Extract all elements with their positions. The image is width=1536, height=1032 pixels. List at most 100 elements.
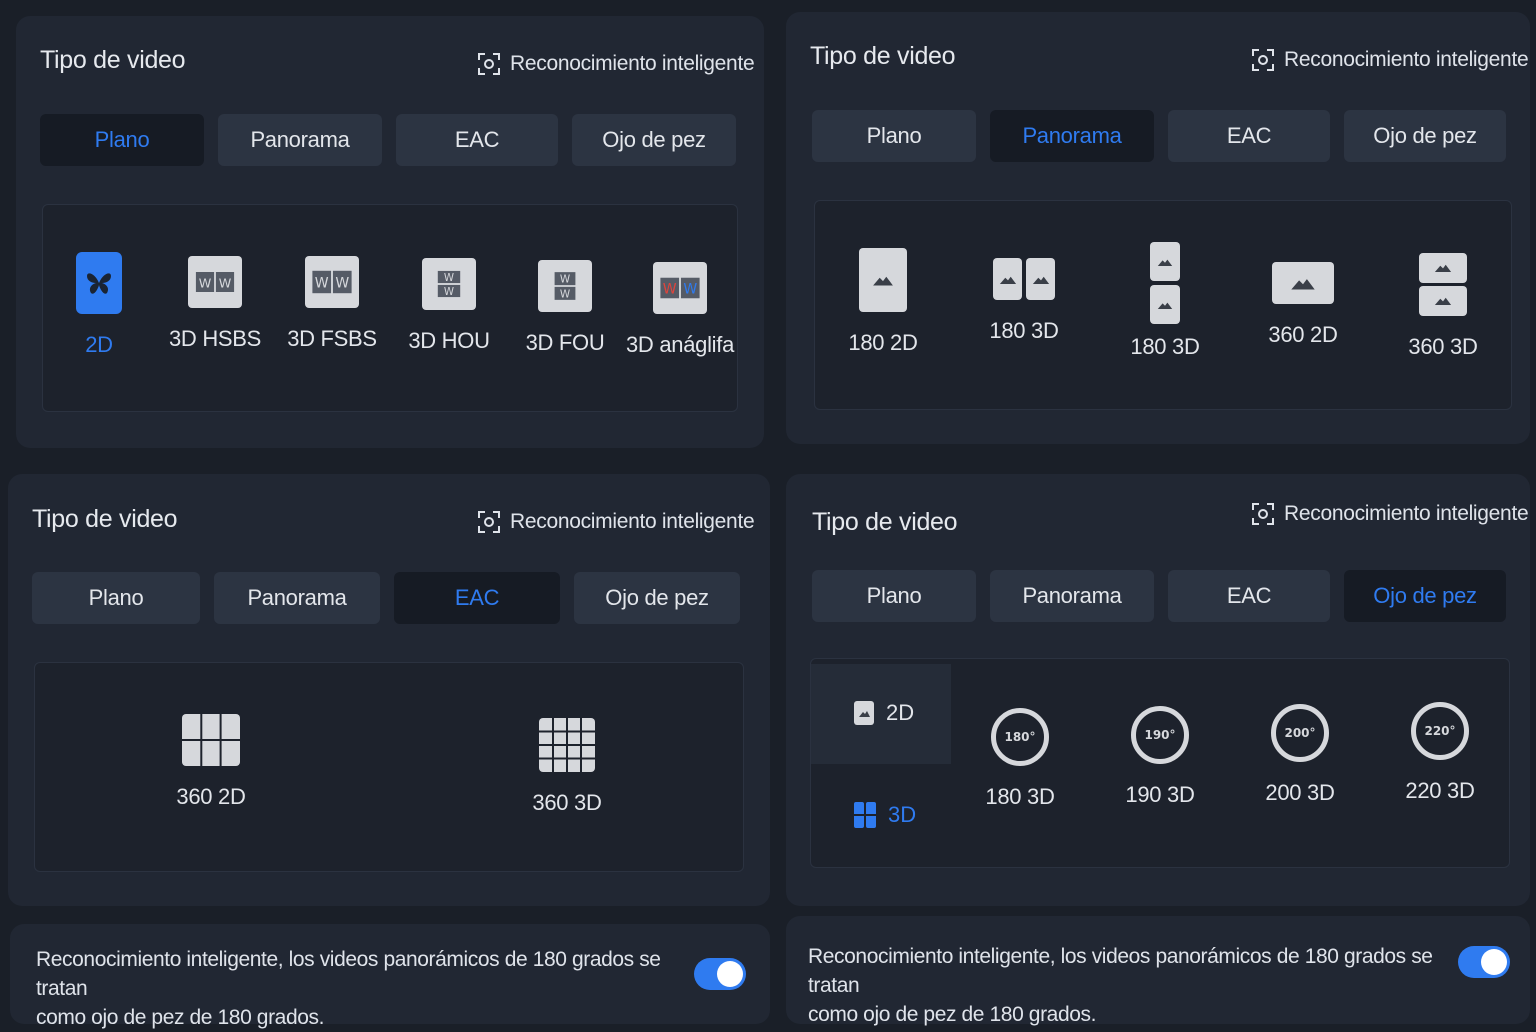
description-line-1: Reconocimiento inteligente, los videos p… [36,948,661,1000]
toggle-knob [717,961,743,987]
option-label: 3D FSBS [287,326,377,351]
tab-ojo-de-pez[interactable]: Ojo de pez [1344,110,1506,162]
smart-recognition-button[interactable]: Reconocimiento inteligente [478,52,755,76]
option-360-2d[interactable]: 360 2D [1258,262,1348,348]
option-3d-anaglyph[interactable]: WW 3D anáglifa [626,262,734,358]
tab-panorama[interactable]: Panorama [214,572,380,624]
smart-recognition-label: Reconocimiento inteligente [510,510,755,533]
tab-plano[interactable]: Plano [32,572,200,624]
description-line-2: como ojo de pez de 180 grados. [808,1003,1097,1026]
tab-ojo-de-pez[interactable]: Ojo de pez [1344,570,1506,622]
panel-title: Tipo de video [32,505,178,533]
smart-recognition-label: Reconocimiento inteligente [1284,502,1529,525]
option-label: 180 3D [989,318,1059,343]
tab-panorama[interactable]: Panorama [218,114,382,166]
smart-recognition-button[interactable]: Reconocimiento inteligente [478,510,755,534]
option-3d-fsbs[interactable]: WW 3D FSBS [286,256,378,352]
half-side-by-side-icon: WW [188,256,242,308]
panel-title: Tipo de video [812,508,958,536]
tab-panorama[interactable]: Panorama [990,110,1154,162]
option-label: 3D HSBS [168,326,262,351]
half-over-under-icon: WW [422,258,476,310]
single-frame-icon [854,701,874,725]
fisheye-200-icon: 200° [1271,704,1329,762]
svg-text:W: W [199,275,212,290]
svg-text:W: W [560,288,570,300]
smart-recognition-icon [478,511,500,533]
sidebar-item-2d[interactable]: 2D [854,700,914,726]
option-label: 360 2D [1268,322,1338,347]
smart-recognition-button[interactable]: Reconocimiento inteligente [1252,502,1529,526]
tab-eac[interactable]: EAC [1168,110,1330,162]
smart-recognition-toggle[interactable] [1458,946,1510,978]
option-3d-hou[interactable]: WW 3D HOU [404,258,494,354]
full-side-by-side-icon: WW [305,256,359,308]
tab-plano[interactable]: Plano [812,570,976,622]
option-fisheye-220-3d[interactable]: 220° 220 3D [1396,702,1484,804]
option-label: 360 3D [532,790,602,815]
tab-eac[interactable]: EAC [394,572,560,624]
smart-recognition-button[interactable]: Reconocimiento inteligente [1252,48,1529,72]
toggle-knob [1481,949,1507,975]
tab-plano[interactable]: Plano [812,110,976,162]
svg-text:W: W [335,276,349,292]
sidebar-item-3d[interactable]: 3D [854,802,916,828]
option-fisheye-180-3d[interactable]: 180° 180 3D [976,708,1064,810]
option-label: 190 3D [1125,782,1195,807]
tab-ojo-de-pez[interactable]: Ojo de pez [574,572,740,624]
fisheye-180-icon: 180° [991,708,1049,766]
anaglyph-icon: WW [653,262,707,314]
tab-panorama[interactable]: Panorama [990,570,1154,622]
svg-text:W: W [219,275,232,290]
landscape-side-by-side-icon [993,258,1055,300]
svg-text:W: W [444,286,454,298]
option-3d-hsbs[interactable]: WW 3D HSBS [168,256,262,352]
option-fisheye-200-3d[interactable]: 200° 200 3D [1256,704,1344,806]
option-2d[interactable]: 2D [72,252,126,358]
svg-text:W: W [444,272,454,284]
sidebar-item-label: 3D [888,802,917,827]
option-3d-fou[interactable]: WW 3D FOU [520,260,610,356]
format-options-box [34,662,744,872]
sidebar-item-label: 2D [886,700,915,725]
option-180-3d-sbs[interactable]: 180 3D [978,258,1070,344]
butterfly-icon [76,252,122,314]
option-eac-360-3d[interactable]: 360 3D [520,718,614,816]
smart-recognition-description: Reconocimiento inteligente, los videos p… [36,945,686,1032]
landscape-stacked-icon [1419,252,1467,316]
option-label: 3D anáglifa [626,332,734,357]
fisheye-190-icon: 190° [1131,706,1189,764]
smart-recognition-icon [1252,49,1274,71]
landscape-wide-icon [1272,262,1334,304]
svg-text:W: W [683,282,697,298]
smart-recognition-toggle[interactable] [694,958,746,990]
smart-recognition-icon [1252,503,1274,525]
option-label: 200 3D [1265,780,1335,805]
tab-eac[interactable]: EAC [396,114,558,166]
smart-recognition-label: Reconocimiento inteligente [1284,48,1529,71]
option-label: 360 2D [176,784,246,809]
option-180-2d[interactable]: 180 2D [838,248,928,356]
option-360-3d[interactable]: 360 3D [1398,252,1488,360]
option-label: 180 3D [985,784,1055,809]
option-eac-360-2d[interactable]: 360 2D [166,714,256,810]
description-line-1: Reconocimiento inteligente, los videos p… [808,945,1433,997]
tab-ojo-de-pez[interactable]: Ojo de pez [572,114,736,166]
smart-recognition-description: Reconocimiento inteligente, los videos p… [808,942,1448,1029]
option-fisheye-190-3d[interactable]: 190° 190 3D [1116,706,1204,808]
svg-text:W: W [560,274,570,286]
option-label: 3D HOU [408,328,490,353]
tab-plano[interactable]: Plano [40,114,204,166]
full-over-under-icon: WW [538,260,592,312]
option-label: 2D [85,332,113,357]
smart-recognition-label: Reconocimiento inteligente [510,52,755,75]
option-label: 220 3D [1405,778,1475,803]
dual-frame-icon [854,802,876,828]
tab-eac[interactable]: EAC [1168,570,1330,622]
description-line-2: como ojo de pez de 180 grados. [36,1006,325,1029]
landscape-over-under-icon [1150,242,1180,324]
option-label: 180 3D [1130,334,1200,359]
option-180-3d-ou[interactable]: 180 3D [1120,242,1210,360]
panel-title: Tipo de video [810,42,956,70]
option-label: 180 2D [848,330,918,355]
